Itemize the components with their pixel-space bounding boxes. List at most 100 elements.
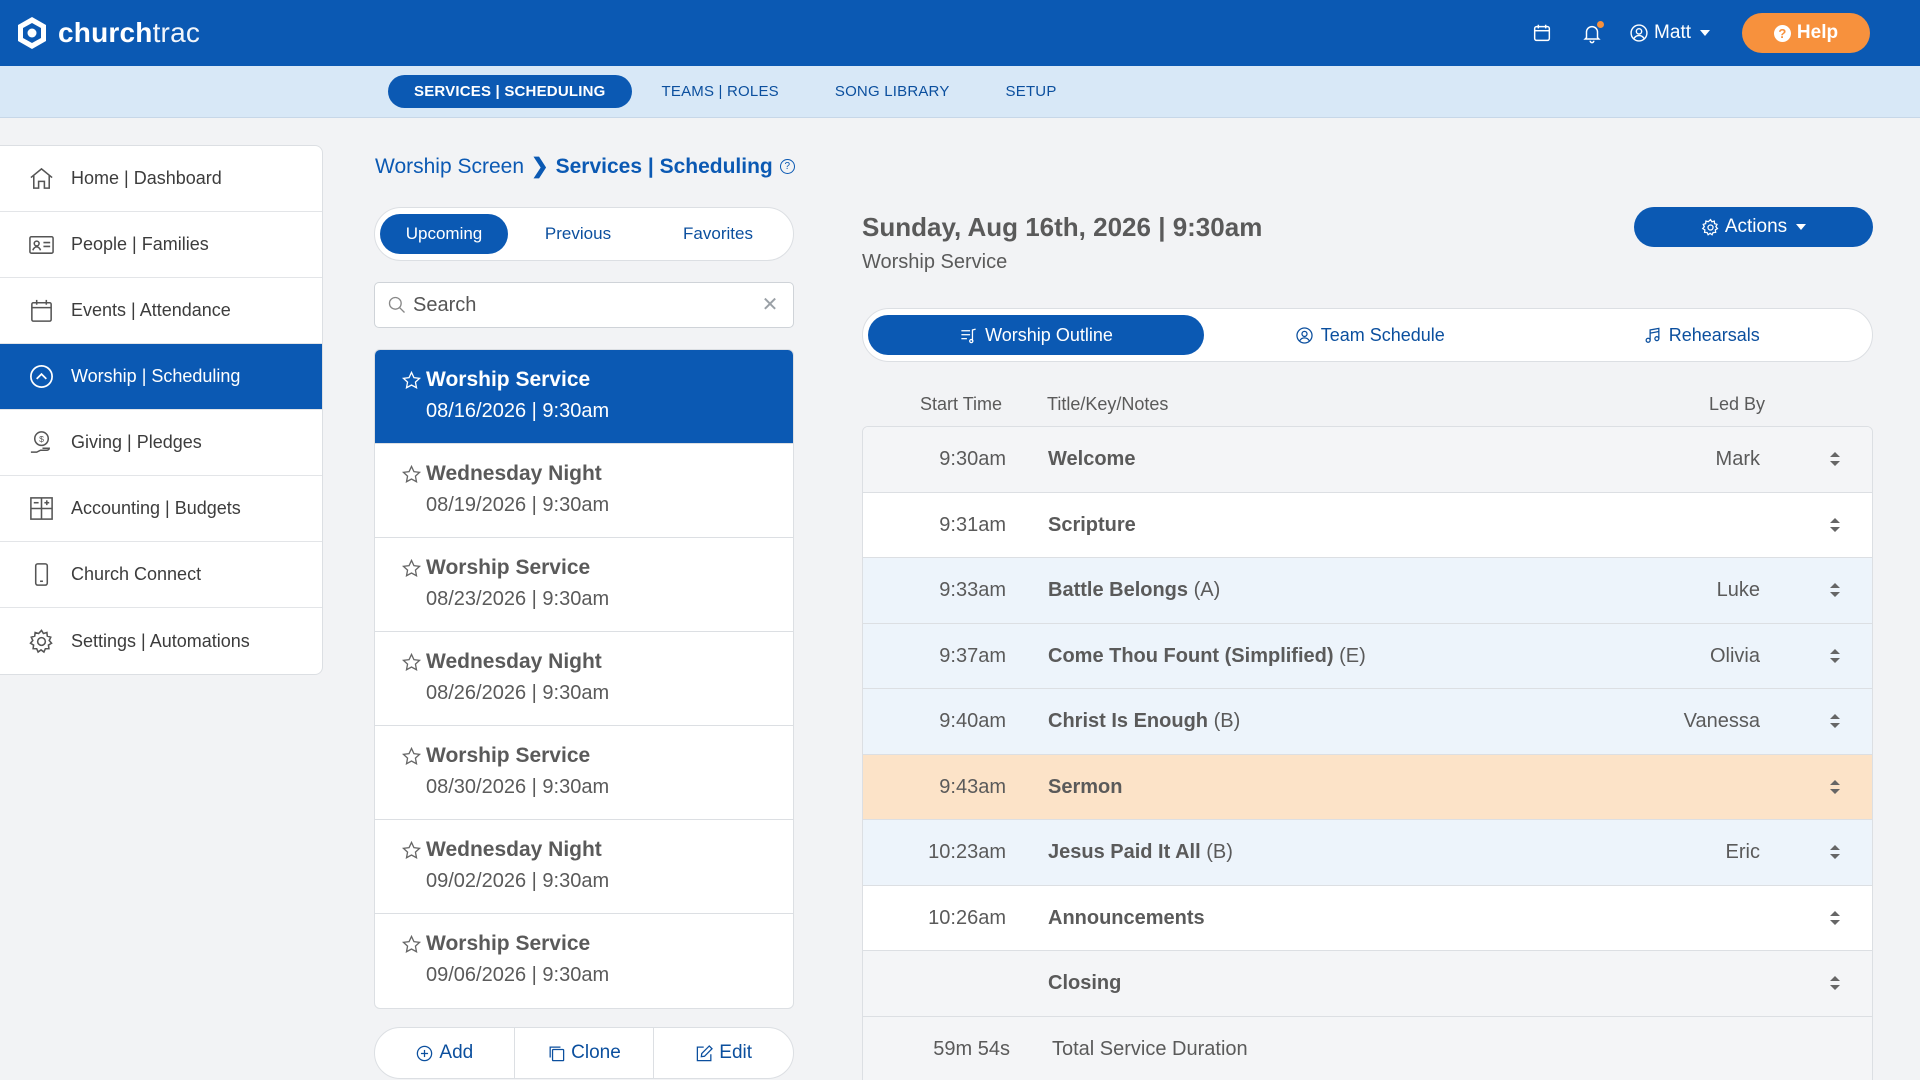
tab-song-library[interactable]: SONG LIBRARY: [809, 75, 976, 108]
sidebar-item-label: Events | Attendance: [71, 300, 231, 320]
row-time: 9:33am: [939, 579, 1006, 601]
table-row[interactable]: 9:43am Sermon: [863, 754, 1872, 820]
sidebar-item-worship[interactable]: Worship | Scheduling: [0, 344, 322, 410]
list-item[interactable]: Wednesday Night 08/26/2026 | 9:30am: [375, 632, 793, 726]
edit-button[interactable]: Edit: [654, 1028, 793, 1078]
question-icon: ?: [1773, 24, 1791, 42]
service-date: 08/16/2026 | 9:30am: [426, 400, 610, 422]
sidebar-item-people[interactable]: People | Families: [0, 212, 322, 278]
sort-handle-icon[interactable]: [1828, 711, 1842, 731]
table-row[interactable]: 9:30am Welcome Mark: [863, 427, 1872, 493]
list-actions: Add Clone Edit: [374, 1027, 794, 1079]
star-icon[interactable]: [401, 558, 422, 579]
sidebar-item-label: People | Families: [71, 234, 209, 254]
tab-setup[interactable]: SETUP: [980, 75, 1083, 108]
table-row[interactable]: 10:26am Announcements: [863, 885, 1872, 951]
tab-upcoming[interactable]: Upcoming: [380, 214, 508, 254]
sidebar-item-label: Accounting | Budgets: [71, 498, 241, 518]
edit-label: Edit: [719, 1042, 753, 1063]
sort-handle-icon[interactable]: [1828, 515, 1842, 535]
help-label: Help: [1796, 22, 1839, 43]
table-row[interactable]: 9:33am Battle Belongs (A) Luke: [863, 558, 1872, 624]
help-circle-icon[interactable]: ?: [779, 159, 795, 174]
tab-favorites[interactable]: Favorites: [648, 214, 788, 254]
list-item[interactable]: Worship Service 09/06/2026 | 9:30am: [375, 914, 793, 1008]
logo-text: churchtrac: [58, 17, 201, 48]
sidebar-item-accounting[interactable]: Accounting | Budgets: [0, 476, 322, 542]
tab-teams-roles[interactable]: TEAMS | ROLES: [636, 75, 805, 108]
sort-handle-icon[interactable]: [1828, 908, 1842, 928]
search-input[interactable]: [413, 293, 761, 317]
total-duration-value: 59m 54s: [933, 1037, 1010, 1060]
bell-icon[interactable]: [1579, 20, 1605, 46]
caret-down-icon: [1796, 224, 1807, 230]
help-button[interactable]: ? Help: [1742, 13, 1870, 53]
tab-rehearsals[interactable]: Rehearsals: [1536, 315, 1868, 355]
tab-label: Rehearsals: [1668, 324, 1760, 345]
edit-icon: [697, 1044, 714, 1061]
sort-handle-icon[interactable]: [1828, 646, 1842, 666]
row-title: Closing: [1048, 972, 1122, 994]
search-icon: [388, 296, 405, 313]
table-row[interactable]: Closing: [863, 951, 1872, 1017]
sort-handle-icon[interactable]: [1828, 449, 1842, 469]
calendar-icon[interactable]: [1529, 20, 1555, 46]
row-led-by: Eric: [1725, 841, 1760, 863]
user-menu[interactable]: Matt: [1629, 22, 1710, 44]
star-icon[interactable]: [401, 652, 422, 673]
star-icon[interactable]: [401, 840, 422, 861]
service-date: 08/23/2026 | 9:30am: [426, 588, 610, 610]
sidebar-item-home[interactable]: Home | Dashboard: [0, 146, 322, 212]
row-title: Jesus Paid It All (B): [1048, 841, 1233, 863]
notification-dot: [1597, 21, 1605, 28]
column-title: Title/Key/Notes: [1047, 394, 1169, 414]
list-item[interactable]: Worship Service 08/16/2026 | 9:30am: [375, 350, 793, 444]
star-icon[interactable]: [401, 464, 422, 485]
table-row[interactable]: 9:40am Christ Is Enough (B) Vanessa: [863, 689, 1872, 755]
row-time: 9:31am: [939, 513, 1006, 536]
star-icon[interactable]: [401, 934, 422, 955]
tab-previous[interactable]: Previous: [508, 214, 648, 254]
sidebar-item-giving[interactable]: $ Giving | Pledges: [0, 410, 322, 476]
star-icon[interactable]: [401, 746, 422, 767]
row-time: 9:30am: [939, 448, 1006, 470]
table-row[interactable]: 9:37am Come Thou Fount (Simplified) (E) …: [863, 623, 1872, 689]
table-row[interactable]: 9:31am Scripture: [863, 492, 1872, 558]
top-bar: churchtrac Matt ? Help: [0, 0, 1920, 66]
service-name: Wednesday Night: [426, 650, 602, 673]
tab-worship-outline[interactable]: Worship Outline: [868, 315, 1204, 355]
clear-icon[interactable]: ✕: [761, 295, 779, 315]
table-row[interactable]: 10:23am Jesus Paid It All (B) Eric: [863, 820, 1872, 886]
sidebar-item-label: Giving | Pledges: [71, 432, 202, 452]
list-item[interactable]: Wednesday Night 08/19/2026 | 9:30am: [375, 444, 793, 538]
service-name: Wednesday Night: [426, 838, 602, 861]
tab-team-schedule[interactable]: Team Schedule: [1204, 315, 1536, 355]
actions-button[interactable]: Actions: [1634, 207, 1873, 247]
sort-handle-icon[interactable]: [1828, 777, 1842, 797]
churchtrac-logo[interactable]: churchtrac: [14, 15, 200, 51]
row-title: Christ Is Enough (B): [1048, 710, 1241, 732]
total-duration-label: Total Service Duration: [1052, 1037, 1248, 1060]
sidebar-item-events[interactable]: Events | Attendance: [0, 278, 322, 344]
list-item[interactable]: Wednesday Night 09/02/2026 | 9:30am: [375, 820, 793, 914]
list-item[interactable]: Worship Service 08/30/2026 | 9:30am: [375, 726, 793, 820]
tab-services-scheduling[interactable]: SERVICES | SCHEDULING: [388, 75, 632, 108]
sidebar-item-settings[interactable]: Settings | Automations: [0, 608, 322, 674]
phone-icon: [34, 563, 49, 586]
money-hand-icon: $: [30, 431, 50, 453]
row-title: Announcements: [1048, 906, 1205, 929]
clone-button[interactable]: Clone: [515, 1028, 655, 1078]
add-button[interactable]: Add: [375, 1028, 515, 1078]
service-detail-title: Sunday, Aug 16th, 2026 | 9:30am: [862, 212, 1263, 242]
copy-icon: [549, 1046, 565, 1061]
star-icon[interactable]: [401, 370, 422, 391]
sort-handle-icon[interactable]: [1828, 973, 1842, 993]
service-name: Worship Service: [426, 932, 591, 955]
sidebar-item-church-connect[interactable]: Church Connect: [0, 542, 322, 608]
sort-handle-icon[interactable]: [1828, 842, 1842, 862]
row-time: 10:23am: [928, 841, 1006, 863]
row-title: Welcome: [1048, 448, 1136, 470]
sort-handle-icon[interactable]: [1828, 580, 1842, 600]
breadcrumb-root[interactable]: Worship Screen: [375, 155, 524, 179]
list-item[interactable]: Worship Service 08/23/2026 | 9:30am: [375, 538, 793, 632]
